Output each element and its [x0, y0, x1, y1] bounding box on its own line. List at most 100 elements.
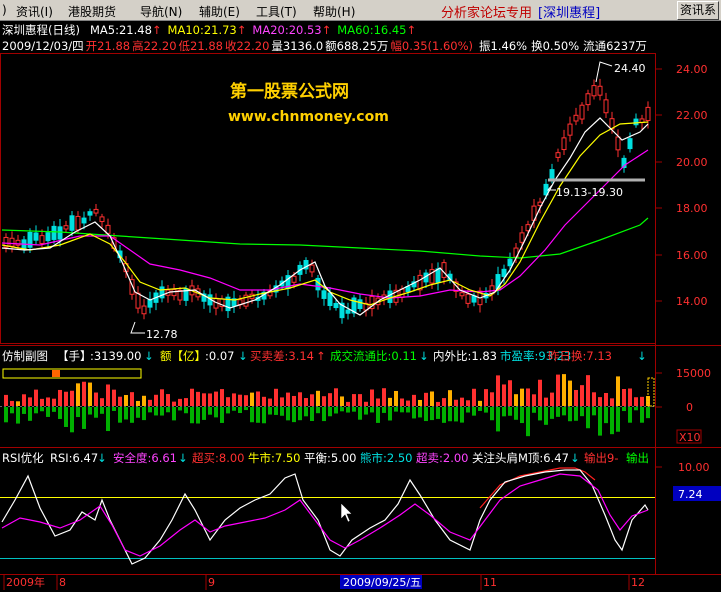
volume-bar-down — [610, 407, 614, 435]
volume-bar-up — [172, 401, 176, 406]
volume-bar-up — [304, 398, 308, 406]
volume-bar-down — [400, 407, 404, 413]
stock-chart-canvas[interactable]: 24.00 22.00 20.00 18.00 16.00 14.00 24.4… — [0, 0, 721, 592]
volume-bar-down — [544, 407, 548, 425]
candle-body — [39, 235, 45, 244]
volume-multiplier: X10 — [679, 431, 701, 444]
candle-body — [93, 208, 99, 214]
volume-bar-down — [430, 407, 434, 421]
volume-bar-up — [82, 381, 86, 406]
candle-body — [291, 275, 297, 283]
volume-bar-down — [460, 407, 464, 423]
volume-bar-down — [532, 407, 536, 413]
volume-bar-up — [406, 400, 410, 406]
volume-bar-down — [262, 407, 266, 424]
volume-bar-up — [394, 390, 398, 406]
volume-bar-up — [64, 391, 68, 406]
svg-text:↓: ↓ — [178, 451, 188, 465]
candle-body — [81, 217, 87, 224]
volume-bar-down — [370, 407, 374, 413]
volume-bar-up — [556, 374, 560, 406]
ma5-line — [1, 117, 649, 316]
volume-bar-up — [184, 398, 188, 406]
candle-body — [321, 290, 327, 299]
volume-bar-down — [394, 407, 398, 412]
volume-bar-down — [244, 407, 248, 411]
volume-bar-up — [502, 384, 506, 406]
volume-bar-down — [40, 407, 44, 412]
volume-bar-down — [124, 407, 128, 420]
volume-bar-up — [268, 398, 272, 406]
inout-ratio: 内外比:1.83 — [433, 349, 497, 363]
high-annotation: 24.40 — [614, 62, 646, 75]
volume-bar-down — [364, 407, 368, 415]
volume-bar-up — [520, 388, 524, 406]
rsi-bull: 牛市:7.50 — [248, 451, 300, 465]
volume-bar-up — [640, 396, 644, 406]
rsi-oversold: 超卖:2.00 — [416, 451, 468, 465]
volume-bar-down — [304, 407, 308, 417]
volume-bar-up — [118, 396, 122, 406]
volume-bar-down — [136, 407, 140, 418]
volume-bar-down — [160, 407, 164, 416]
volume-bar-up — [16, 401, 20, 406]
price-axis: 24.00 22.00 20.00 18.00 16.00 14.00 — [655, 63, 708, 308]
volume-bar-up — [568, 380, 572, 406]
date-month-12: 12 — [631, 576, 645, 589]
date-month-8: 8 — [59, 576, 66, 589]
volume-bar-down — [388, 407, 392, 421]
volume-bar-up — [436, 401, 440, 406]
volume-bar-down — [466, 407, 470, 413]
rsi-axis: 10.00 7.24 — [655, 461, 710, 501]
candle-body — [627, 138, 633, 150]
price-tick-18: 18.00 — [676, 202, 708, 215]
volume-bar-down — [166, 407, 170, 413]
volume-bar-up — [250, 392, 254, 406]
volume-bar-up — [526, 388, 530, 406]
svg-text:↓: ↓ — [637, 349, 647, 363]
volume-bar-down — [178, 407, 182, 411]
candle-body — [357, 299, 363, 310]
volume-bar-up — [34, 389, 38, 406]
volume-bar-up — [88, 382, 92, 406]
candle-body — [561, 137, 567, 151]
buy-sell-diff: 买卖差:3.14 — [250, 349, 314, 363]
volume-bar-down — [424, 407, 428, 422]
volume-bar-up — [4, 394, 8, 406]
volume-bar-up — [358, 394, 362, 406]
volume-bar-up — [424, 392, 428, 406]
volume-bar-down — [268, 407, 272, 415]
volume-bar-up — [592, 392, 596, 406]
volume-bar-up — [430, 391, 434, 406]
volume-bar-down — [196, 407, 200, 424]
volume-bar-up — [70, 390, 74, 406]
volume-bar-down — [298, 407, 302, 421]
volume-bar-up — [148, 399, 152, 406]
volume-bar-up — [124, 395, 128, 406]
volume-bar-up — [580, 385, 584, 406]
volume-bar-up — [292, 395, 296, 406]
volume-bar-down — [202, 407, 206, 420]
candle-body — [579, 104, 585, 120]
volume-bar-up — [388, 397, 392, 406]
volume-bar-up — [400, 398, 404, 406]
volume-bar-down — [28, 407, 32, 421]
rsi-output: 输出9- — [584, 451, 618, 465]
volume-bar-down — [358, 407, 362, 420]
volume-bar-down — [214, 407, 218, 418]
volume-bar-down — [184, 407, 188, 414]
volume-bar-up — [538, 379, 542, 406]
volume-highlight-marker — [52, 370, 60, 377]
volume-bar-up — [232, 393, 236, 406]
volume-bar-up — [628, 388, 632, 406]
volume-bar-down — [412, 407, 416, 419]
volume-bar-down — [76, 407, 80, 418]
volume-bar-down — [586, 407, 590, 429]
volume-bar-up — [604, 393, 608, 406]
candle-body — [555, 152, 561, 158]
low-annotation: 12.78 — [146, 328, 178, 341]
candle-body — [573, 114, 579, 122]
volume-bar-up — [550, 392, 554, 406]
volume-bar-down — [616, 407, 620, 432]
volume-bar-down — [292, 407, 296, 423]
